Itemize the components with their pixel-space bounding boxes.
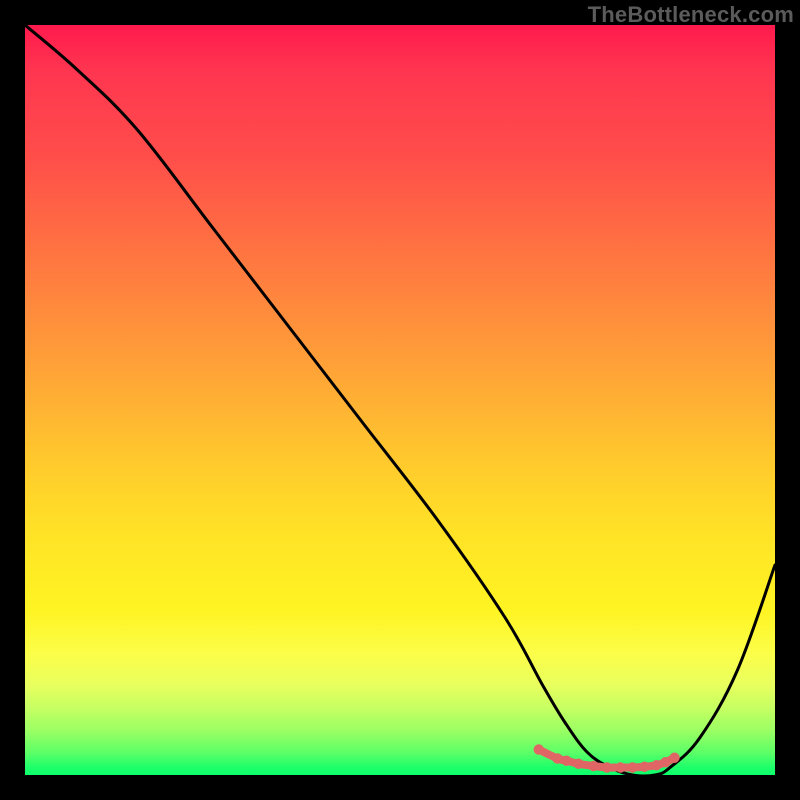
- plot-area: [25, 25, 775, 775]
- bottleneck-curve-line: [25, 25, 775, 775]
- valley-dot: [627, 762, 637, 772]
- valley-dot: [615, 762, 625, 772]
- valley-dot: [602, 762, 612, 772]
- watermark-text: TheBottleneck.com: [588, 2, 794, 28]
- valley-dot: [588, 761, 598, 771]
- valley-dot: [561, 756, 571, 766]
- valley-dot: [534, 744, 544, 754]
- valley-dot: [651, 760, 661, 770]
- curve-layer: [25, 25, 775, 775]
- valley-dot: [573, 759, 583, 769]
- valley-dot: [669, 753, 679, 763]
- valley-dot: [660, 757, 670, 767]
- valley-highlight-dots: [534, 744, 680, 772]
- chart-container: TheBottleneck.com: [0, 0, 800, 800]
- valley-dot: [639, 762, 649, 772]
- valley-dot: [552, 753, 562, 763]
